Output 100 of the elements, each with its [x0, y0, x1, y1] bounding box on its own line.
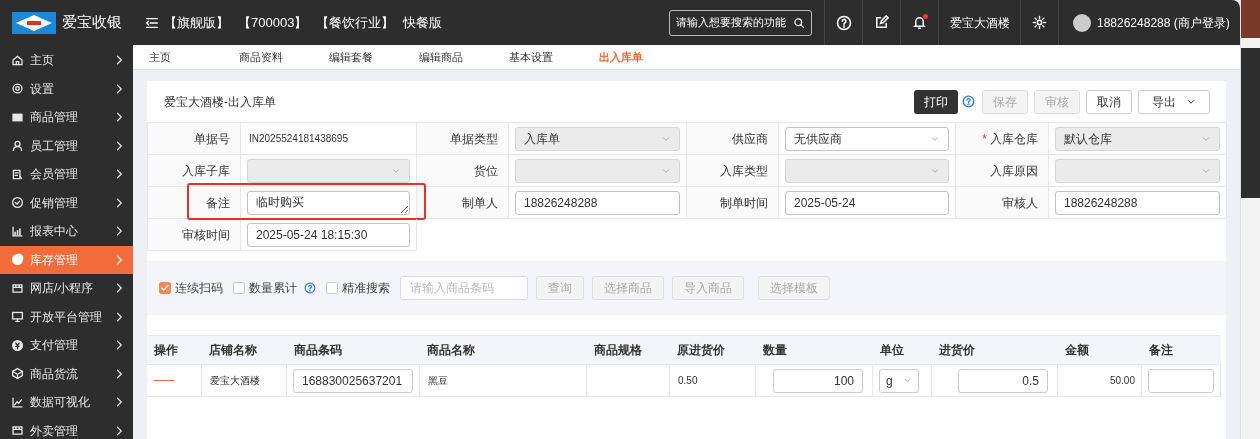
select-field[interactable]: g [879, 368, 919, 393]
barcode-field[interactable]: 请输入商品条码 [400, 276, 528, 300]
user-account[interactable]: 18826248288 (商户登录) [1097, 13, 1230, 32]
sidebar-item[interactable]: 支付管理 [0, 331, 133, 360]
checkbox[interactable] [159, 282, 171, 294]
search-field[interactable]: 请输入想要搜索的功能 [669, 9, 812, 36]
help-icon [962, 95, 975, 108]
field-label: 供应商 [732, 130, 768, 148]
input-field[interactable]: 18826248288 [515, 190, 680, 215]
menu-item-icon [11, 367, 24, 381]
column-header: 操作 [154, 343, 178, 357]
tab[interactable]: 主页 [133, 48, 223, 66]
input-field[interactable]: 0.5 [958, 368, 1048, 393]
sidebar-item[interactable]: 报表中心 [0, 217, 133, 246]
tab[interactable]: 商品资料 [223, 48, 313, 66]
input-field[interactable]: 2025-05-24 18:15:30 [247, 222, 410, 247]
column-header: 商品规格 [594, 343, 642, 357]
field-label: 审核时间 [182, 226, 230, 244]
menu-item-icon [11, 82, 24, 96]
column-header: 店铺名称 [209, 343, 257, 357]
field-label: 入库类型 [720, 162, 768, 180]
column-header: 数量 [763, 343, 787, 357]
option-label: 精准搜索 [342, 280, 390, 297]
help-icon [835, 14, 852, 31]
menu-item-icon [11, 167, 24, 181]
field-label: 单据类型 [450, 130, 498, 148]
sidebar-item[interactable]: 商品管理 [0, 103, 133, 132]
avatar [1073, 13, 1091, 32]
field-label: 备注 [206, 194, 230, 212]
field-label: 入库子库 [182, 162, 230, 180]
input-field[interactable] [1148, 368, 1214, 393]
field-label: 制单时间 [720, 194, 768, 212]
sidebar-item[interactable]: 开放平台管理 [0, 302, 133, 331]
required-mark: * [982, 130, 987, 148]
field-label: 入库仓库 [990, 130, 1038, 148]
checkbox[interactable] [326, 282, 338, 294]
bell-icon [912, 15, 927, 30]
store-name[interactable]: 爱宝大酒楼 [949, 13, 1010, 32]
option-label: 连续扫码 [175, 280, 223, 297]
select-field[interactable]: 无供应商 [785, 126, 949, 151]
caret-icon [903, 376, 912, 385]
remove-row-line[interactable] [154, 380, 174, 381]
edition-tag: 【700003】 [238, 12, 308, 33]
search-icon [793, 16, 805, 29]
field-label: 入库原因 [990, 162, 1038, 180]
menu-item-icon [11, 53, 24, 67]
menu-item-icon [11, 338, 24, 352]
sidebar-item[interactable]: 会员管理 [0, 160, 133, 189]
menu-item-icon [11, 281, 24, 295]
column-header: 原进货价 [677, 343, 725, 357]
menu-item-icon [11, 424, 24, 438]
menu-icon [145, 15, 159, 30]
sidebar-item[interactable]: 促销管理 [0, 188, 133, 217]
brand-name: 爱宝收银 [62, 12, 122, 33]
edition-tag: 【旗舰版】 [164, 12, 229, 33]
field-label: 单据号 [194, 130, 230, 148]
checkbox[interactable] [233, 282, 245, 294]
sidebar-item[interactable]: 商品货流 [0, 359, 133, 388]
input-field[interactable]: 18826248288 [1055, 190, 1220, 215]
sidebar-item[interactable]: 外卖管理 [0, 416, 133, 439]
export-dropdown[interactable]: 导出 [1138, 89, 1210, 114]
sidebar-item[interactable]: 数据可视化 [0, 388, 133, 417]
field-label: 制单人 [462, 194, 498, 212]
field-label: 货位 [474, 162, 498, 180]
textarea-field[interactable]: 临时购买 [247, 190, 410, 215]
sidebar-item[interactable]: 主页 [0, 46, 133, 75]
action-button[interactable]: 取消 [1086, 89, 1132, 114]
column-header: 金额 [1065, 343, 1089, 357]
tab[interactable]: 编辑商品 [403, 48, 493, 66]
column-header: 单位 [880, 343, 904, 357]
checkmark-icon [160, 283, 170, 293]
tab[interactable]: 编辑套餐 [313, 48, 403, 66]
logo-icon [12, 11, 56, 34]
input-field[interactable]: 168830025637201 [293, 368, 413, 393]
table-cell-text: 0.50 [677, 374, 698, 388]
input-field[interactable]: 2025-05-24 [785, 190, 949, 215]
field-label: 审核人 [1002, 194, 1038, 212]
settings-icon [1032, 15, 1047, 30]
edition-tag: 【餐饮行业】 [316, 12, 395, 33]
menu-item-icon [11, 196, 24, 210]
menu-item-icon [11, 253, 24, 267]
menu-item-icon [11, 224, 24, 238]
table-cell-text: 黑豆 [427, 374, 448, 388]
menu-item-icon [11, 139, 24, 153]
input-field[interactable]: 100 [773, 368, 863, 393]
column-header: 备注 [1149, 343, 1173, 357]
sidebar-item[interactable]: 网店/小程序 [0, 274, 133, 303]
edit-icon [874, 15, 889, 30]
menu-item-icon [11, 310, 24, 324]
sidebar-item[interactable]: 设置 [0, 74, 133, 103]
table-cell-text: 50.00 [1109, 374, 1135, 388]
edition-tag: 快餐版 [403, 12, 443, 33]
option-label: 数量累计 [249, 280, 297, 297]
field-value: IN2025524181438695 [248, 132, 348, 146]
column-header: 商品条码 [294, 343, 342, 357]
menu-item-icon [11, 395, 24, 409]
tab[interactable]: 基本设置 [493, 48, 583, 66]
sidebar-item[interactable]: 员工管理 [0, 131, 133, 160]
action-button[interactable]: 打印 [914, 89, 958, 114]
table-cell-text: 爱宝大酒楼 [209, 374, 260, 388]
